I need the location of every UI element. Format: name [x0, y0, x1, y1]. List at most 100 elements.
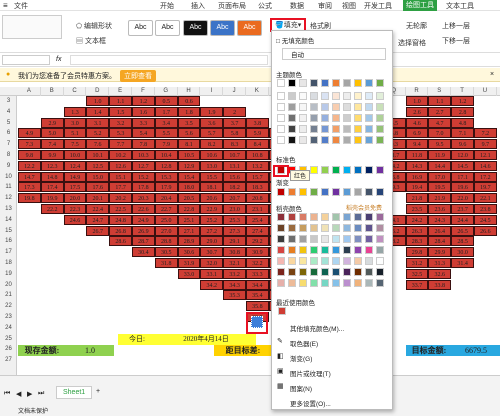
grid-cell[interactable]: 22.5 — [109, 204, 132, 214]
premium-swatch[interactable] — [321, 279, 329, 287]
theme-swatch[interactable] — [299, 125, 307, 133]
grid-cell[interactable]: 8.1 — [177, 139, 201, 150]
grid-cell[interactable]: 24.2 — [405, 214, 429, 225]
grid-cell[interactable]: 30.8 — [223, 247, 246, 258]
standard-swatch[interactable] — [310, 166, 318, 174]
theme-swatch[interactable] — [288, 114, 296, 122]
sheet-nav-next-icon[interactable]: ▶ — [27, 390, 32, 398]
grid-cell[interactable]: 1.9 — [200, 106, 224, 117]
row-header-11[interactable]: 11 — [0, 182, 17, 192]
theme-swatch[interactable] — [321, 79, 329, 87]
row-header-26[interactable]: 26 — [0, 344, 17, 354]
premium-swatch[interactable] — [288, 257, 296, 265]
grid-cell[interactable]: 9.8 — [18, 150, 41, 160]
grid-cell[interactable]: 24.4 — [451, 214, 474, 225]
premium-swatch[interactable] — [354, 246, 362, 254]
grid-cell[interactable]: 12.1 — [474, 150, 497, 160]
grid-cell[interactable]: 10.6 — [200, 150, 224, 160]
grid-cell[interactable]: 1.1 — [428, 96, 452, 106]
premium-swatch[interactable] — [310, 224, 318, 232]
grid-cell[interactable]: 15.5 — [200, 171, 224, 182]
grid-cell[interactable]: 26.3 — [405, 225, 429, 236]
menu-text-tools[interactable]: 文本工具 — [446, 1, 474, 11]
grid-cell[interactable]: 19.5 — [428, 182, 452, 193]
grid-cell[interactable]: 12.7 — [132, 160, 155, 171]
grid-cell[interactable]: 24.3 — [428, 214, 452, 225]
premium-swatch[interactable] — [288, 235, 296, 243]
theme-swatch[interactable] — [354, 125, 362, 133]
premium-swatch[interactable] — [376, 268, 384, 276]
grid-cell[interactable]: 26.4 — [428, 225, 452, 236]
grid-cell[interactable]: 7.4 — [40, 139, 64, 150]
column-header-H[interactable]: H — [178, 87, 201, 96]
menu-review[interactable]: 审阅 — [318, 1, 332, 11]
grid-cell[interactable]: 4.7 — [428, 117, 452, 128]
grid-cell[interactable]: 30.6 — [177, 247, 201, 258]
theme-swatch[interactable] — [310, 79, 318, 87]
premium-swatch[interactable] — [332, 235, 340, 243]
grid-cell[interactable]: 15.6 — [223, 171, 246, 182]
premium-swatch[interactable] — [299, 235, 307, 243]
column-header-E[interactable]: E — [109, 87, 132, 96]
grid-cell[interactable]: 1.0 — [405, 96, 429, 106]
grid-cell[interactable]: 23.1 — [246, 204, 269, 214]
premium-swatch[interactable] — [321, 213, 329, 221]
theme-swatch[interactable] — [365, 92, 373, 100]
column-header-A[interactable]: A — [18, 87, 41, 96]
theme-swatch[interactable] — [365, 114, 373, 122]
premium-swatch[interactable] — [277, 213, 285, 221]
premium-swatch[interactable] — [299, 224, 307, 232]
theme-swatch[interactable] — [299, 79, 307, 87]
gradient-swatch[interactable] — [277, 188, 285, 196]
theme-swatch[interactable] — [277, 103, 285, 111]
grid-cell[interactable]: 12.2 — [18, 160, 41, 171]
grid-cell[interactable]: 3.7 — [223, 117, 246, 128]
grid-cell[interactable]: 24.7 — [86, 214, 110, 225]
grid-cell[interactable]: 31.2 — [405, 258, 429, 268]
grid-cell[interactable]: 14.9 — [63, 171, 87, 182]
grid-cell[interactable]: 27.2 — [200, 225, 224, 236]
grid-cell[interactable]: 5.6 — [177, 128, 201, 139]
grid-cell[interactable]: 31.8 — [154, 258, 178, 268]
grid-cell[interactable]: 7.0 — [428, 128, 452, 139]
grid-cell[interactable]: 5.7 — [200, 128, 224, 139]
grid-cell[interactable]: 21.8 — [405, 193, 429, 204]
grid-cell[interactable]: 13.2 — [246, 160, 269, 171]
grid-cell[interactable]: 19.9 — [40, 193, 64, 204]
premium-swatch[interactable] — [354, 257, 362, 265]
grid-cell[interactable]: 18.0 — [177, 182, 201, 193]
row-header-5[interactable]: 5 — [0, 118, 17, 128]
grid-cell[interactable]: 1.2 — [451, 96, 474, 106]
grid-cell[interactable]: 2.6 — [405, 106, 429, 117]
select-pane-button[interactable]: 选择窗格 — [398, 38, 426, 48]
grid-cell[interactable]: 33.1 — [200, 268, 224, 279]
theme-swatch[interactable] — [354, 92, 362, 100]
grid-cell[interactable]: 5.3 — [109, 128, 132, 139]
notice-view-button[interactable]: 立即查看 — [120, 70, 156, 82]
grid-cell[interactable]: 15.4 — [177, 171, 201, 182]
menu-view[interactable]: 视图 — [342, 1, 356, 11]
grid-cell[interactable]: 11.8 — [405, 150, 429, 160]
grid-cell[interactable]: 12.0 — [451, 150, 474, 160]
premium-swatch[interactable] — [376, 257, 384, 265]
grid-cell[interactable]: 1.1 — [109, 96, 132, 106]
grid-cell[interactable]: 7.1 — [451, 128, 474, 139]
auto-option[interactable]: 自动 — [282, 48, 386, 60]
grid-cell[interactable]: 19.7 — [474, 182, 497, 193]
premium-swatch[interactable] — [365, 268, 373, 276]
theme-swatch[interactable] — [310, 103, 318, 111]
column-header-D[interactable]: D — [86, 87, 110, 96]
theme-swatch[interactable] — [310, 136, 318, 144]
premium-swatch[interactable] — [332, 268, 340, 276]
grid-cell[interactable]: 12.9 — [177, 160, 201, 171]
standard-swatch[interactable] — [354, 166, 362, 174]
distance-label[interactable]: 距目标差: — [214, 345, 272, 356]
grid-cell[interactable]: 20.7 — [223, 193, 246, 204]
grid-cell[interactable]: 26.6 — [474, 225, 497, 236]
column-header-T[interactable]: T — [451, 87, 474, 96]
grid-cell[interactable]: 1.2 — [132, 96, 155, 106]
column-header-I[interactable]: I — [200, 87, 224, 96]
premium-swatch[interactable] — [365, 224, 373, 232]
grid-cell[interactable]: 20.5 — [177, 193, 201, 204]
premium-swatch[interactable] — [288, 224, 296, 232]
